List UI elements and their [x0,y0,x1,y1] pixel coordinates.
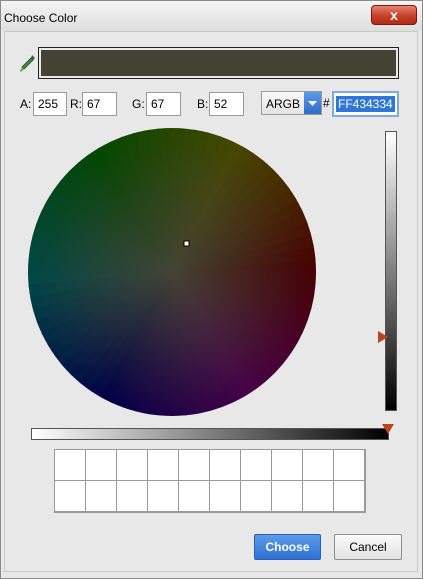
palette-swatch[interactable] [210,450,241,481]
choose-button[interactable]: Choose [254,534,321,560]
hex-prefix: # [323,96,330,110]
color-wheel[interactable] [27,127,317,417]
palette-swatch[interactable] [272,450,303,481]
palette-swatch[interactable] [179,450,210,481]
brightness-slider-thumb[interactable] [378,331,388,343]
palette-swatch[interactable] [334,450,365,481]
palette-swatch[interactable] [303,450,334,481]
wheel-selector[interactable] [183,240,190,247]
red-label: R: [70,97,82,111]
recent-colors-palette [54,449,366,513]
palette-swatch[interactable] [55,481,86,512]
palette-swatch[interactable] [334,481,365,512]
palette-swatch[interactable] [148,450,179,481]
close-icon: x [390,7,398,23]
palette-swatch[interactable] [241,450,272,481]
palette-swatch[interactable] [86,481,117,512]
alpha-slider-thumb[interactable] [382,424,394,434]
palette-swatch[interactable] [86,450,117,481]
palette-swatch[interactable] [303,481,334,512]
hex-field[interactable]: FF434334 [332,91,399,117]
title-bar[interactable]: Choose Color x [1,1,422,31]
color-preview [38,47,399,79]
palette-swatch[interactable] [55,450,86,481]
brightness-slider[interactable] [385,131,397,411]
palette-swatch[interactable] [241,481,272,512]
alpha-field[interactable]: 255 [33,92,67,116]
palette-swatch[interactable] [117,481,148,512]
close-button[interactable]: x [371,5,417,25]
eyedropper-icon[interactable] [19,53,37,75]
palette-swatch[interactable] [272,481,303,512]
palette-swatch[interactable] [148,481,179,512]
alpha-label: A: [20,97,32,111]
cancel-button[interactable]: Cancel [334,534,402,560]
green-label: G: [132,97,145,111]
color-mode-select[interactable]: ARGB [261,91,322,115]
color-preview-fill [41,50,396,76]
blue-field[interactable]: 52 [209,92,244,116]
palette-swatch[interactable] [210,481,241,512]
alpha-slider[interactable] [31,428,389,440]
red-field[interactable]: 67 [82,92,117,116]
color-mode-value: ARGB [266,97,301,111]
palette-swatch[interactable] [117,450,148,481]
choose-color-dialog: Choose Color x A: 255 R: 67 G: 67 B: 52 … [0,0,423,579]
hex-value: FF434334 [336,96,395,112]
chevron-down-icon[interactable] [304,92,321,114]
green-field[interactable]: 67 [146,92,181,116]
window-title: Choose Color [4,11,78,25]
palette-swatch[interactable] [179,481,210,512]
blue-label: B: [197,97,209,111]
